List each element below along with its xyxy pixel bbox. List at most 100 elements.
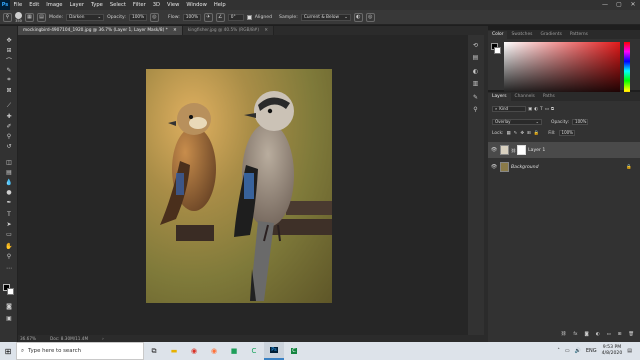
blur-tool-icon[interactable]: 💧	[4, 178, 14, 186]
gradient-tool-icon[interactable]: ▤	[4, 168, 14, 176]
lock-transparent-icon[interactable]: ▦	[507, 131, 511, 136]
close-icon[interactable]: ✕	[173, 28, 177, 33]
filter-pixel-icon[interactable]: ▣	[528, 107, 532, 112]
trash-icon[interactable]: 🗑	[628, 332, 634, 337]
layer-name[interactable]: Layer 1	[528, 148, 545, 153]
maximize-button[interactable]: ▢	[612, 0, 626, 10]
blend-mode-select[interactable]: Overlay ⌄	[492, 119, 542, 125]
tab-channels[interactable]: Channels	[511, 93, 539, 101]
menu-select[interactable]: Select	[106, 0, 129, 10]
document-canvas[interactable]	[18, 35, 484, 335]
opacity-input[interactable]: 100%	[128, 13, 147, 21]
lock-all-icon[interactable]: 🔒	[534, 131, 539, 136]
language-indicator[interactable]: ENG	[586, 348, 597, 354]
firefox-icon[interactable]: ◉	[204, 342, 224, 360]
rectangle-tool-icon[interactable]: ▭	[4, 230, 14, 238]
menu-help[interactable]: Help	[210, 0, 229, 10]
move-tool-icon[interactable]: ✥	[4, 36, 14, 44]
clone-source-icon[interactable]: ▤	[37, 12, 46, 22]
path-selection-tool-icon[interactable]: ➤	[4, 220, 14, 228]
tab-gradients[interactable]: Gradients	[536, 31, 565, 39]
zoom-tool-icon[interactable]: ⚲	[4, 252, 14, 260]
frame-tool-icon[interactable]: ⊠	[4, 86, 14, 94]
visibility-eye-icon[interactable]: 👁	[488, 164, 500, 170]
adjustments-panel-icon[interactable]: ◐	[471, 67, 480, 76]
menu-view[interactable]: View	[164, 0, 183, 10]
fill-input[interactable]: 100%	[558, 130, 575, 136]
angle-input[interactable]: 0°	[227, 13, 244, 21]
menu-layer[interactable]: Layer	[66, 0, 87, 10]
volume-icon[interactable]: 🔊	[575, 348, 581, 354]
layer-opacity-input[interactable]: 100%	[572, 119, 589, 125]
menu-3d[interactable]: 3D	[149, 0, 163, 10]
menu-filter[interactable]: Filter	[129, 0, 149, 10]
photoshop-icon[interactable]: Ps	[264, 342, 284, 360]
quick-select-tool-icon[interactable]: ✎	[4, 66, 14, 74]
flow-input[interactable]: 100%	[182, 13, 201, 21]
brush-settings-icon[interactable]: ▦	[25, 12, 34, 22]
libraries-panel-icon[interactable]: ▥	[471, 79, 480, 88]
network-icon[interactable]: ▭	[565, 348, 570, 354]
filter-smart-object-icon[interactable]: ⧉	[551, 106, 554, 112]
zoom-level[interactable]: 36.67%	[20, 336, 36, 341]
green-app-icon[interactable]: ■	[224, 342, 244, 360]
aligned-checkbox[interactable]	[246, 14, 252, 20]
mask-link-icon[interactable]: ⛓	[511, 148, 516, 153]
pen-tool-icon[interactable]: ✒	[4, 198, 14, 206]
camtasia-recorder-icon[interactable]: C	[284, 342, 304, 360]
ignore-adjustment-layers-icon[interactable]: ◐	[353, 12, 363, 22]
lock-artboard-icon[interactable]: ⊞	[527, 131, 531, 136]
brush-tool-icon[interactable]: ✐	[4, 122, 14, 130]
menu-file[interactable]: File	[10, 0, 26, 10]
lock-position-icon[interactable]: ✥	[520, 131, 524, 136]
properties-panel-icon[interactable]: ▤	[471, 53, 480, 62]
layer-row-layer-1[interactable]: 👁 ⛓ Layer 1	[488, 142, 640, 158]
file-explorer-icon[interactable]: ▬	[164, 342, 184, 360]
tab-swatches[interactable]: Swatches	[507, 31, 536, 39]
fx-icon[interactable]: fx	[573, 332, 577, 337]
lock-image-icon[interactable]: ✎	[514, 131, 518, 136]
pressure-opacity-icon[interactable]: ◎	[149, 12, 159, 22]
chevron-up-icon[interactable]: ˄	[557, 348, 560, 354]
tab-color[interactable]: Color	[488, 31, 508, 39]
type-tool-icon[interactable]: T	[4, 210, 14, 218]
background-color-swatch[interactable]	[494, 47, 501, 54]
hand-tool-icon[interactable]: ✋	[4, 242, 14, 250]
crop-tool-icon[interactable]: ⌗	[4, 76, 14, 84]
brush-settings-panel-icon[interactable]: ✎	[471, 93, 480, 102]
document-tab-mockingbird[interactable]: mockingbird-4907104_1920.jpg @ 36.7% (La…	[18, 26, 183, 35]
airbrush-icon[interactable]: ✈	[203, 12, 213, 22]
background-color-swatch[interactable]	[7, 288, 14, 295]
history-panel-icon[interactable]: ⟲	[471, 41, 480, 50]
start-button[interactable]: ⊞	[0, 342, 16, 360]
layer-kind-filter[interactable]: ⌕ Kind	[492, 106, 526, 112]
clone-source-panel-icon[interactable]: ⚲	[471, 105, 480, 114]
filter-shape-icon[interactable]: ▭	[545, 107, 549, 112]
pressure-size-icon[interactable]: ◎	[365, 12, 375, 22]
menu-image[interactable]: Image	[43, 0, 66, 10]
mode-select[interactable]: Darken ⌄	[66, 13, 105, 21]
spot-healing-tool-icon[interactable]: ✚	[4, 112, 14, 120]
layer-row-background[interactable]: 👁 Background 🔒	[488, 159, 640, 175]
new-layer-icon[interactable]: ⊞	[618, 332, 622, 337]
taskbar-search-box[interactable]: ⌕ Type here to search	[16, 342, 144, 360]
quick-mask-icon[interactable]: ◙	[4, 302, 14, 310]
tab-paths[interactable]: Paths	[539, 93, 559, 101]
task-view-icon[interactable]: ⧉	[144, 342, 164, 360]
camtasia-icon[interactable]: C	[244, 342, 264, 360]
clone-stamp-tool-icon[interactable]: ⚲	[3, 12, 12, 22]
screen-mode-icon[interactable]: ▣	[4, 314, 14, 322]
tab-layers[interactable]: Layers	[488, 93, 511, 101]
menu-edit[interactable]: Edit	[26, 0, 43, 10]
clone-stamp-tool-icon[interactable]: ⚲	[4, 132, 14, 140]
filter-adjustment-icon[interactable]: ◐	[534, 107, 538, 112]
document-tab-kingfisher[interactable]: kingfisher.jpg @ 40.5% (RGB/8#) ✕	[182, 26, 275, 35]
filter-type-icon[interactable]: T	[540, 107, 543, 112]
close-button[interactable]: ✕	[626, 0, 640, 10]
close-icon[interactable]: ✕	[264, 28, 268, 33]
sample-select[interactable]: Current & Below ⌄	[300, 13, 351, 21]
menu-window[interactable]: Window	[183, 0, 210, 10]
adjustment-icon[interactable]: ◐	[596, 332, 600, 337]
menu-type[interactable]: Type	[87, 0, 106, 10]
mask-icon[interactable]: ◙	[584, 332, 588, 337]
